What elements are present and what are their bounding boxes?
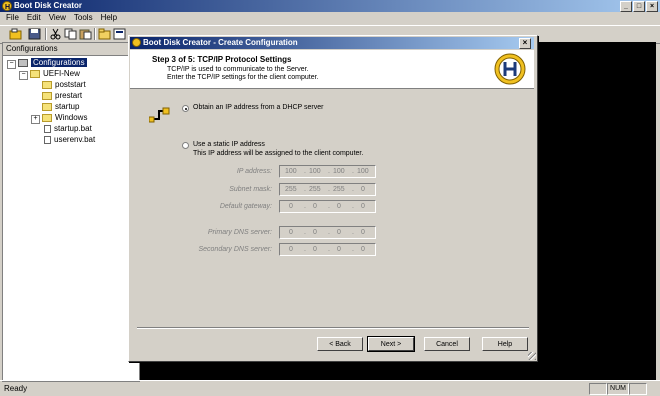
cancel-button[interactable]: Cancel — [424, 337, 470, 351]
button-separator — [137, 327, 529, 329]
status-text: Ready — [4, 384, 28, 393]
folder-icon[interactable] — [98, 28, 111, 40]
resize-grip[interactable] — [528, 352, 536, 360]
tree-label: startup.bat — [54, 124, 92, 133]
folder-icon — [42, 102, 52, 111]
tree-item-startup[interactable]: startup — [42, 102, 79, 112]
folder-icon — [42, 113, 52, 122]
step-title: Step 3 of 5: TCP/IP Protocol Settings — [152, 55, 292, 64]
secondary-dns-label: Secondary DNS server: — [198, 246, 272, 253]
paste-icon[interactable] — [79, 28, 92, 40]
primary-dns-field[interactable]: 0. 0. 0. 0 — [279, 226, 376, 239]
app-titlebar: H Boot Disk Creator _ □ × — [0, 0, 660, 12]
collapse-icon[interactable]: − — [7, 60, 16, 69]
tree-item-windows[interactable]: Windows — [42, 113, 87, 123]
copy-icon[interactable] — [64, 28, 77, 40]
wizard-header: Step 3 of 5: TCP/IP Protocol Settings TC… — [130, 50, 534, 89]
cut-icon[interactable] — [49, 28, 62, 40]
tree-item-prestart[interactable]: prestart — [42, 91, 82, 101]
pane-header: Configurations — [3, 43, 139, 56]
network-icon — [149, 107, 170, 123]
app-icon: H — [2, 1, 12, 11]
app-title: Boot Disk Creator — [14, 1, 83, 10]
menu-edit[interactable]: Edit — [27, 12, 41, 24]
computer-icon — [18, 58, 28, 67]
back-button[interactable]: < Back — [317, 337, 363, 351]
collapse-icon[interactable]: − — [19, 71, 28, 80]
subnet-mask-label: Subnet mask: — [229, 186, 272, 193]
secondary-dns-field[interactable]: 0. 0. 0. 0 — [279, 243, 376, 256]
dialog-title: Boot Disk Creator - Create Configuration — [143, 38, 298, 47]
tree-label: Configurations — [31, 58, 87, 67]
minimize-button[interactable]: _ — [620, 1, 632, 12]
tree-label: userenv.bat — [54, 135, 96, 144]
expand-icon[interactable]: + — [31, 115, 40, 124]
wizard-logo-icon — [494, 53, 526, 85]
tree-label: poststart — [55, 80, 86, 89]
svg-text:H: H — [5, 4, 10, 11]
folder-icon — [42, 91, 52, 100]
menu-view[interactable]: View — [49, 12, 66, 24]
default-gateway-field[interactable]: 0. 0. 0. 0 — [279, 200, 376, 213]
step-description: TCP/IP is used to communicate to the Ser… — [167, 66, 309, 73]
tree-label: startup — [55, 102, 80, 111]
tree-item-uefi-new[interactable]: UEFI-New — [30, 69, 80, 79]
tree-item-startup-bat[interactable]: startup.bat — [44, 124, 92, 134]
tree-item-poststart[interactable]: poststart — [42, 80, 86, 90]
dhcp-option-label[interactable]: Obtain an IP address from a DHCP server — [193, 104, 323, 111]
file-icon — [44, 124, 51, 133]
menu-tools[interactable]: Tools — [74, 12, 93, 24]
save-icon[interactable] — [28, 28, 41, 40]
folder-icon — [42, 80, 52, 89]
static-option-description: This IP address will be assigned to the … — [193, 150, 364, 157]
static-option-label[interactable]: Use a static IP address — [193, 141, 265, 148]
configurations-pane: Configurations − Configurations − UEFI-N… — [2, 42, 140, 382]
num-indicator: NUM — [607, 383, 629, 395]
menu-file[interactable]: File — [6, 12, 19, 24]
tree-label: prestart — [55, 91, 83, 100]
maximize-button[interactable]: □ — [633, 1, 645, 12]
dialog-titlebar: Boot Disk Creator - Create Configuration… — [130, 37, 534, 49]
status-bar: Ready NUM — [0, 380, 660, 396]
app-icon — [132, 38, 141, 47]
dhcp-radio[interactable] — [182, 105, 189, 112]
ip-address-field[interactable]: 100. 100. 100. 100 — [279, 165, 376, 178]
file-icon — [44, 135, 51, 144]
tree-label: UEFI-New — [43, 69, 80, 78]
menu-bar: File Edit View Tools Help — [0, 12, 660, 24]
new-config-icon[interactable] — [9, 28, 22, 40]
status-cell — [629, 383, 647, 395]
ip-address-label: IP address: — [236, 168, 272, 175]
close-button[interactable]: × — [646, 1, 658, 12]
folder-icon — [30, 69, 40, 78]
static-ip-radio[interactable] — [182, 142, 189, 149]
menu-help[interactable]: Help — [101, 12, 117, 24]
primary-dns-label: Primary DNS server: — [207, 229, 272, 236]
step-description: Enter the TCP/IP settings for the client… — [167, 74, 319, 81]
tree-item-userenv-bat[interactable]: userenv.bat — [44, 135, 95, 145]
tree-item-configurations[interactable]: Configurations — [18, 58, 87, 68]
status-cell — [589, 383, 607, 395]
config-icon[interactable] — [113, 28, 126, 40]
create-configuration-dialog: Boot Disk Creator - Create Configuration… — [128, 35, 538, 362]
subnet-mask-field[interactable]: 255. 255. 255. 0 — [279, 183, 376, 196]
next-button[interactable]: Next > — [367, 336, 415, 352]
tree-label: Windows — [55, 113, 88, 122]
default-gateway-label: Default gateway: — [219, 203, 272, 210]
dialog-close-button[interactable]: × — [519, 38, 531, 49]
help-button[interactable]: Help — [482, 337, 528, 351]
